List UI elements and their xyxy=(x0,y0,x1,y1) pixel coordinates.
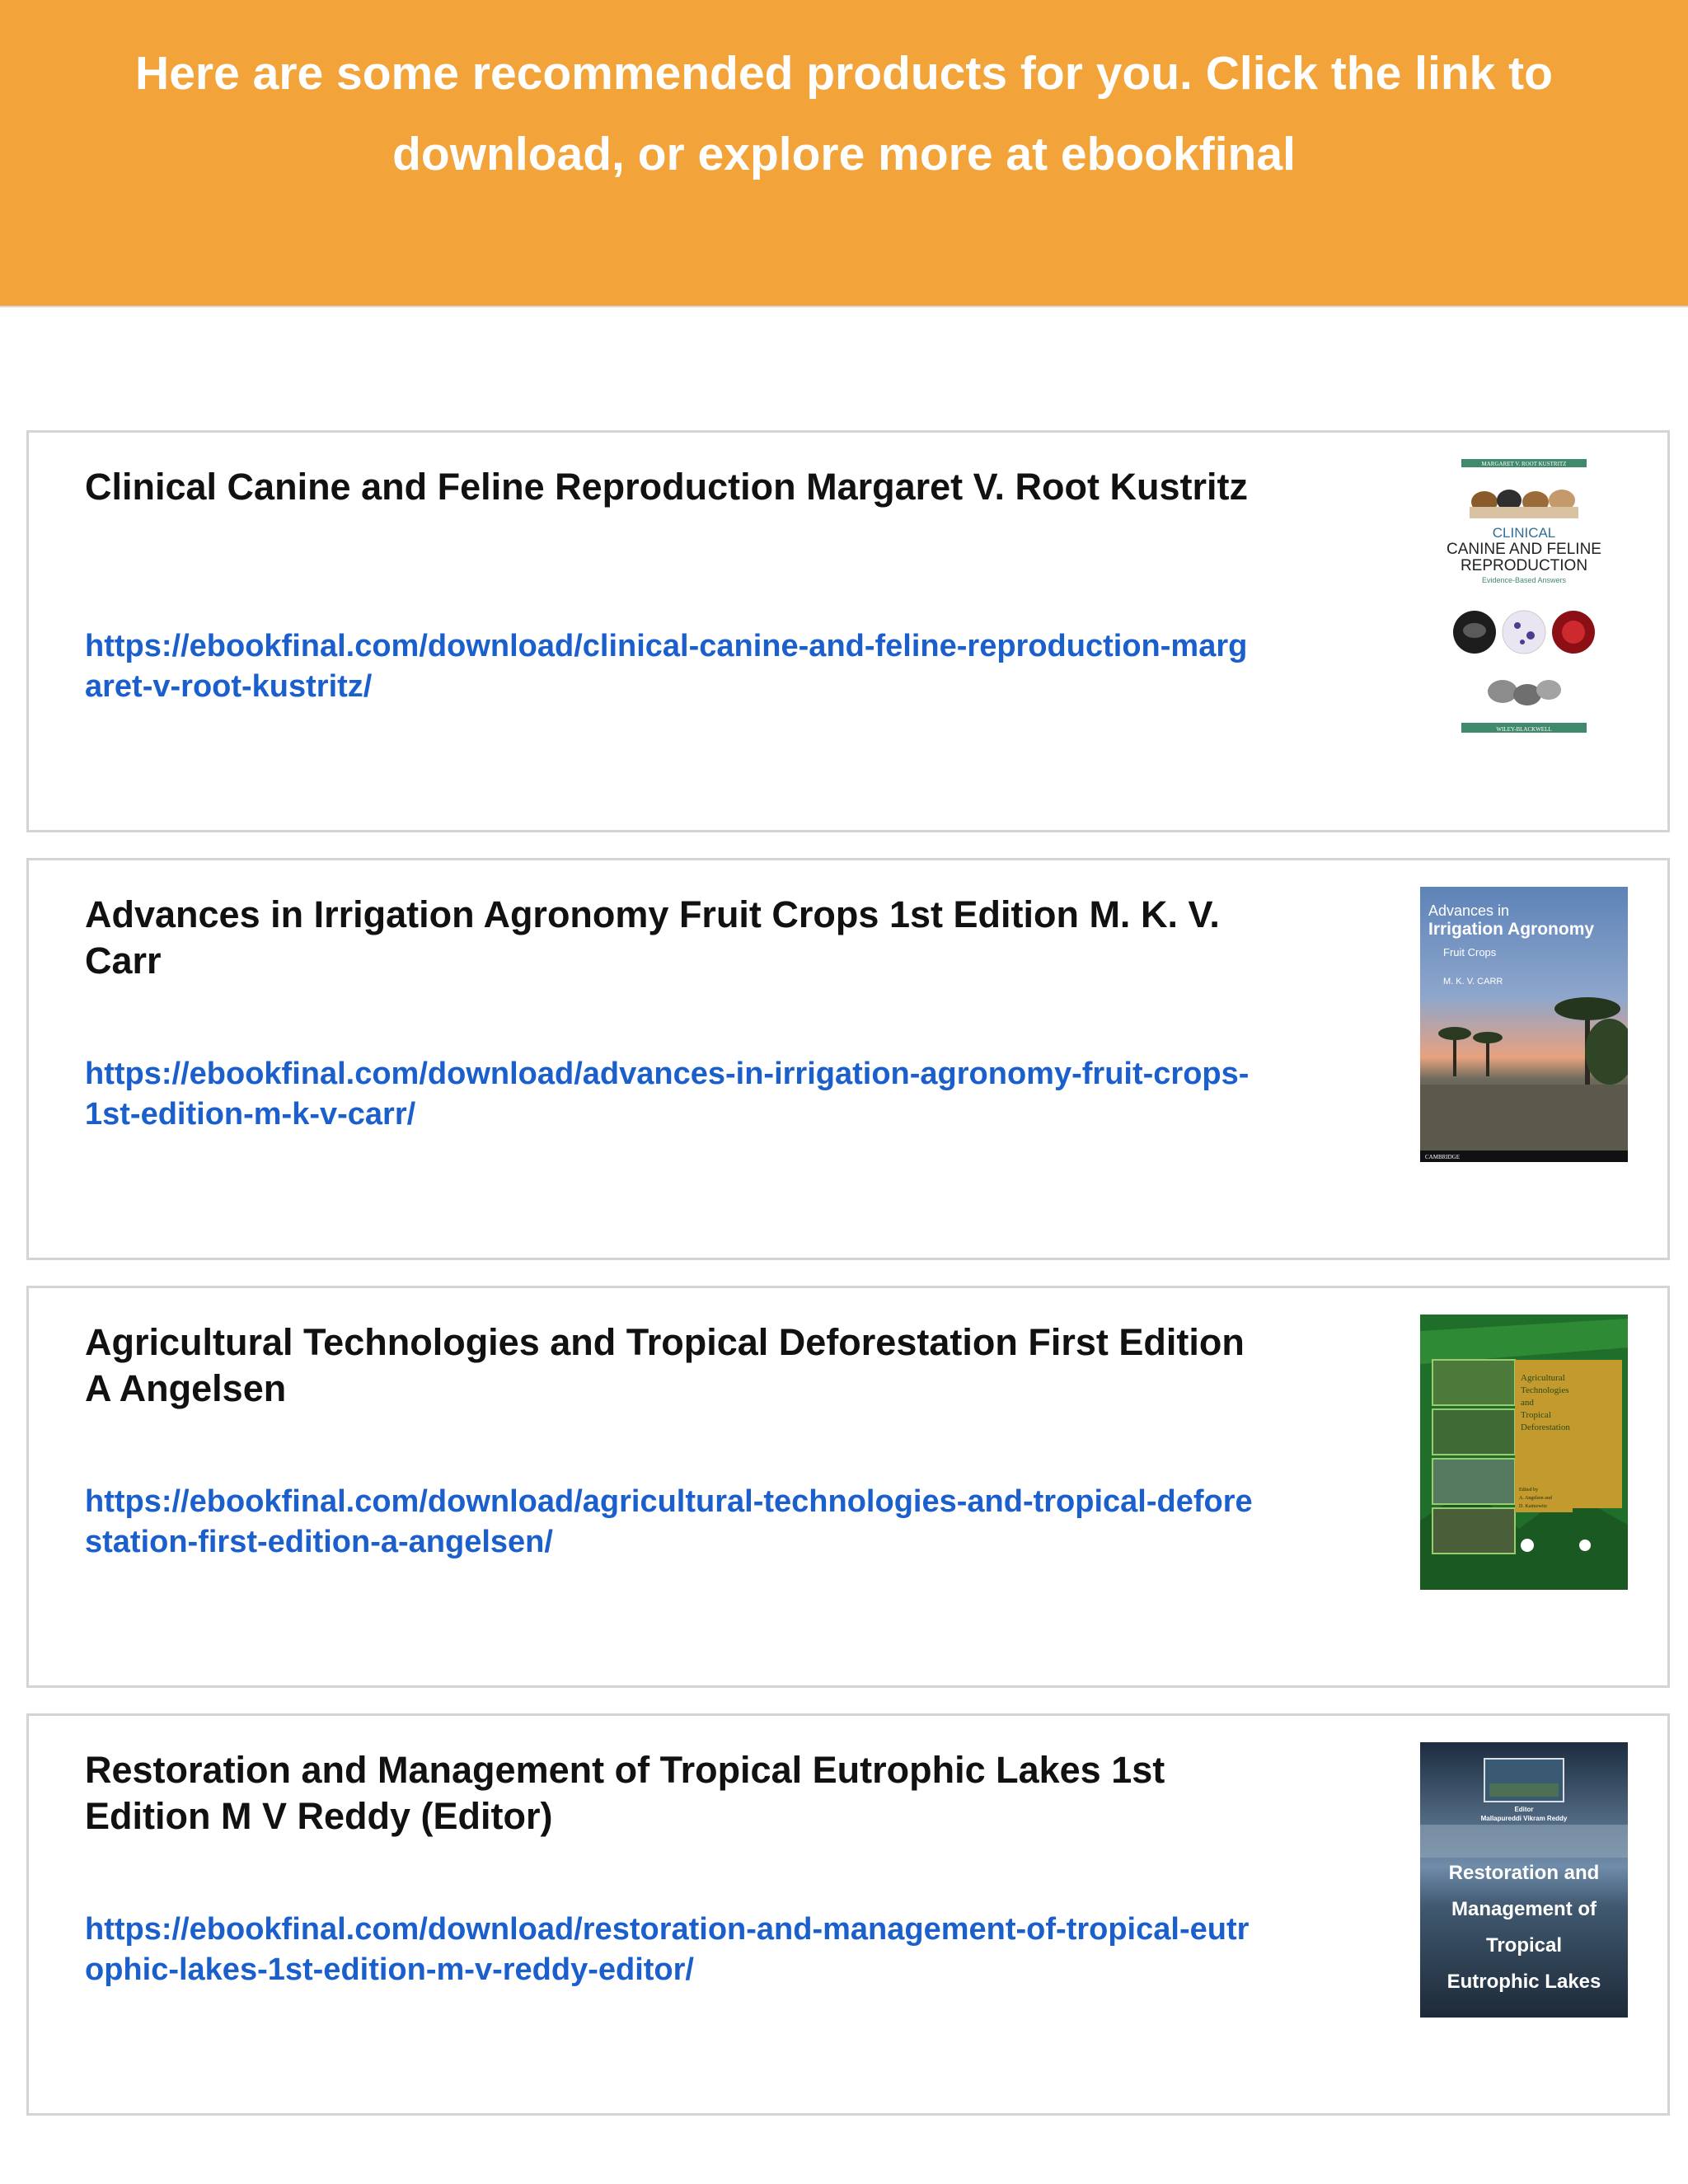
product-download-link[interactable]: https://ebookfinal.com/download/advances… xyxy=(85,1054,1255,1135)
microscopy-circles xyxy=(1453,610,1595,654)
product-card: Clinical Canine and Feline Reproduction … xyxy=(26,430,1670,832)
book-cover-image[interactable]: Agricultural Technologies and Tropical D… xyxy=(1420,1315,1628,1590)
product-card: Advances in Irrigation Agronomy Fruit Cr… xyxy=(26,858,1670,1260)
book-cover-image[interactable]: Editor Mallapureddi Vikram Reddy Restora… xyxy=(1420,1742,1628,2018)
cover-line-4: Eutrophic Lakes xyxy=(1447,1971,1601,1993)
cover-publisher: CAMBRIDGE xyxy=(1425,1154,1460,1160)
cover-line-3: REPRODUCTION xyxy=(1461,557,1587,574)
cover-editors-1: Edited by xyxy=(1519,1488,1538,1493)
cover-author: M. K. V. CARR xyxy=(1443,977,1503,987)
cover-editors-3: D. Kaimowitz xyxy=(1519,1504,1547,1509)
product-download-link[interactable]: https://ebookfinal.com/download/agricult… xyxy=(85,1482,1255,1563)
cover-line-3: and xyxy=(1521,1398,1534,1408)
cover-line-5: Deforestation xyxy=(1521,1422,1570,1432)
cover-line-2: Technologies xyxy=(1521,1385,1569,1395)
partner-logo-icon xyxy=(1579,1540,1591,1551)
cover-line-1: Advances in xyxy=(1428,902,1509,919)
cover-line-1: Restoration and xyxy=(1449,1862,1600,1884)
product-title: Agricultural Technologies and Tropical D… xyxy=(85,1321,1245,1409)
banner-message: Here are some recommended products for y… xyxy=(49,33,1639,194)
cover-editor-name: Mallapureddi Vikram Reddy xyxy=(1481,1815,1568,1822)
book-cover-image[interactable]: MARGARET V. ROOT KUSTRITZ CLINICAL CANIN… xyxy=(1420,459,1628,734)
publisher-logo-icon xyxy=(1521,1539,1534,1552)
cover-editor-label: Editor xyxy=(1514,1806,1533,1813)
cover-line-2: Management of xyxy=(1451,1898,1597,1920)
banner-line-1: Here are some recommended products for y… xyxy=(135,47,1553,100)
cover-line-3: Tropical xyxy=(1486,1934,1562,1957)
product-download-link[interactable]: https://ebookfinal.com/download/clinical… xyxy=(85,626,1255,707)
cover-line-1: CLINICAL xyxy=(1493,525,1556,541)
cover-line-4: Tropical xyxy=(1521,1410,1551,1420)
cover-publisher: WILEY-BLACKWELL xyxy=(1496,726,1551,733)
product-title: Clinical Canine and Feline Reproduction … xyxy=(85,466,1249,508)
cover-line-1: Agricultural xyxy=(1521,1373,1565,1383)
cover-line-2: Irrigation Agronomy xyxy=(1428,920,1594,939)
product-title: Restoration and Management of Tropical E… xyxy=(85,1749,1165,1837)
cover-line-3: Fruit Crops xyxy=(1443,946,1497,958)
book-cover-image[interactable]: Advances in Irrigation Agronomy Fruit Cr… xyxy=(1420,887,1628,1162)
product-title: Advances in Irrigation Agronomy Fruit Cr… xyxy=(85,893,1220,982)
cover-top-band: MARGARET V. ROOT KUSTRITZ xyxy=(1482,461,1567,467)
cover-line-2: CANINE AND FELINE xyxy=(1447,541,1601,558)
cover-editors-2: A. Angelsen and xyxy=(1519,1496,1552,1501)
product-card: Restoration and Management of Tropical E… xyxy=(26,1713,1670,2116)
recommendation-banner: Here are some recommended products for y… xyxy=(0,0,1688,307)
product-card: Agricultural Technologies and Tropical D… xyxy=(26,1286,1670,1688)
cover-subtitle: Evidence-Based Answers xyxy=(1482,576,1567,584)
banner-line-2: download, or explore more at ebookfinal xyxy=(392,128,1296,180)
product-download-link[interactable]: https://ebookfinal.com/download/restorat… xyxy=(85,1910,1255,1990)
